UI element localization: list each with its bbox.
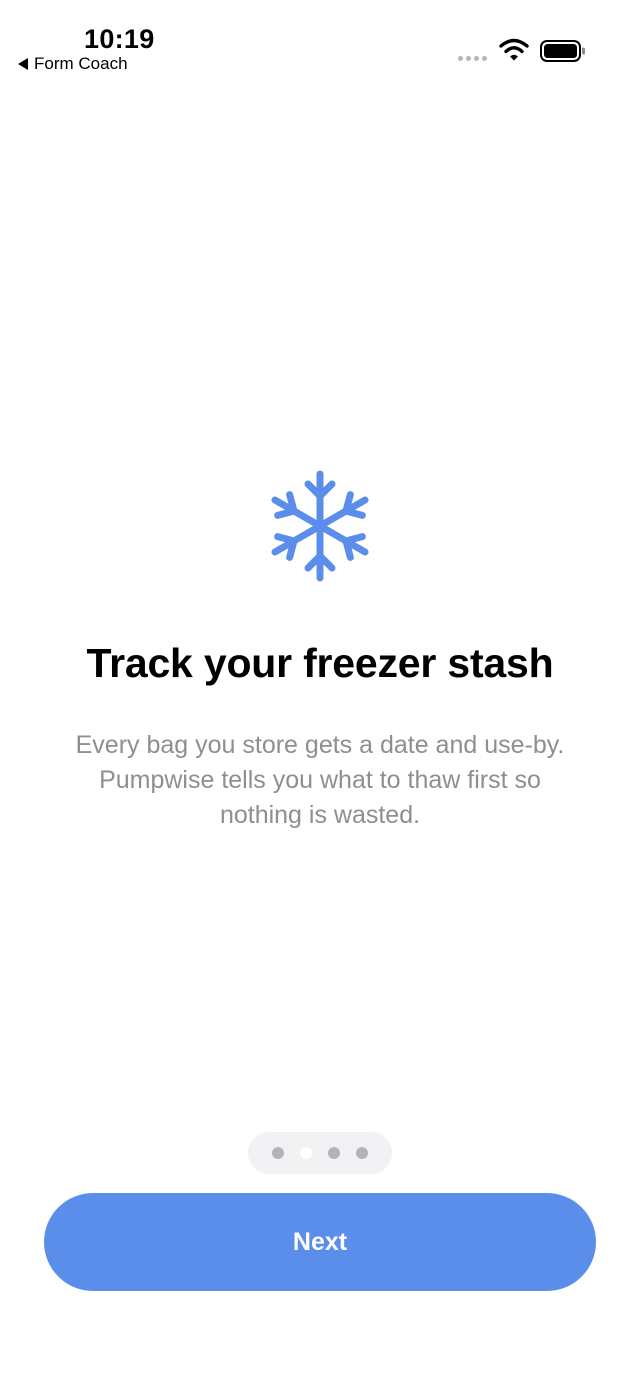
wifi-icon <box>499 38 529 61</box>
onboarding-description: Every bag you store gets a date and use-… <box>75 731 565 829</box>
page-dot-1[interactable] <box>272 1147 284 1159</box>
status-bar: 10:19 Form Coach <box>0 0 640 80</box>
next-button[interactable]: Next <box>44 1193 596 1291</box>
back-arrow-icon <box>18 58 28 70</box>
onboarding-title: Track your freezer stash <box>86 640 554 686</box>
battery-icon <box>540 40 585 62</box>
page-dot-3[interactable] <box>328 1147 340 1159</box>
status-time: 10:19 <box>84 24 155 54</box>
back-app-label: Form Coach <box>34 54 128 73</box>
page-dot-2[interactable] <box>300 1147 312 1159</box>
snowflake-icon <box>264 470 376 586</box>
page-dot-4[interactable] <box>356 1147 368 1159</box>
page-indicator[interactable] <box>248 1132 392 1174</box>
back-to-app-button[interactable]: Form Coach <box>18 54 128 74</box>
cellular-signal-icon <box>458 56 487 61</box>
